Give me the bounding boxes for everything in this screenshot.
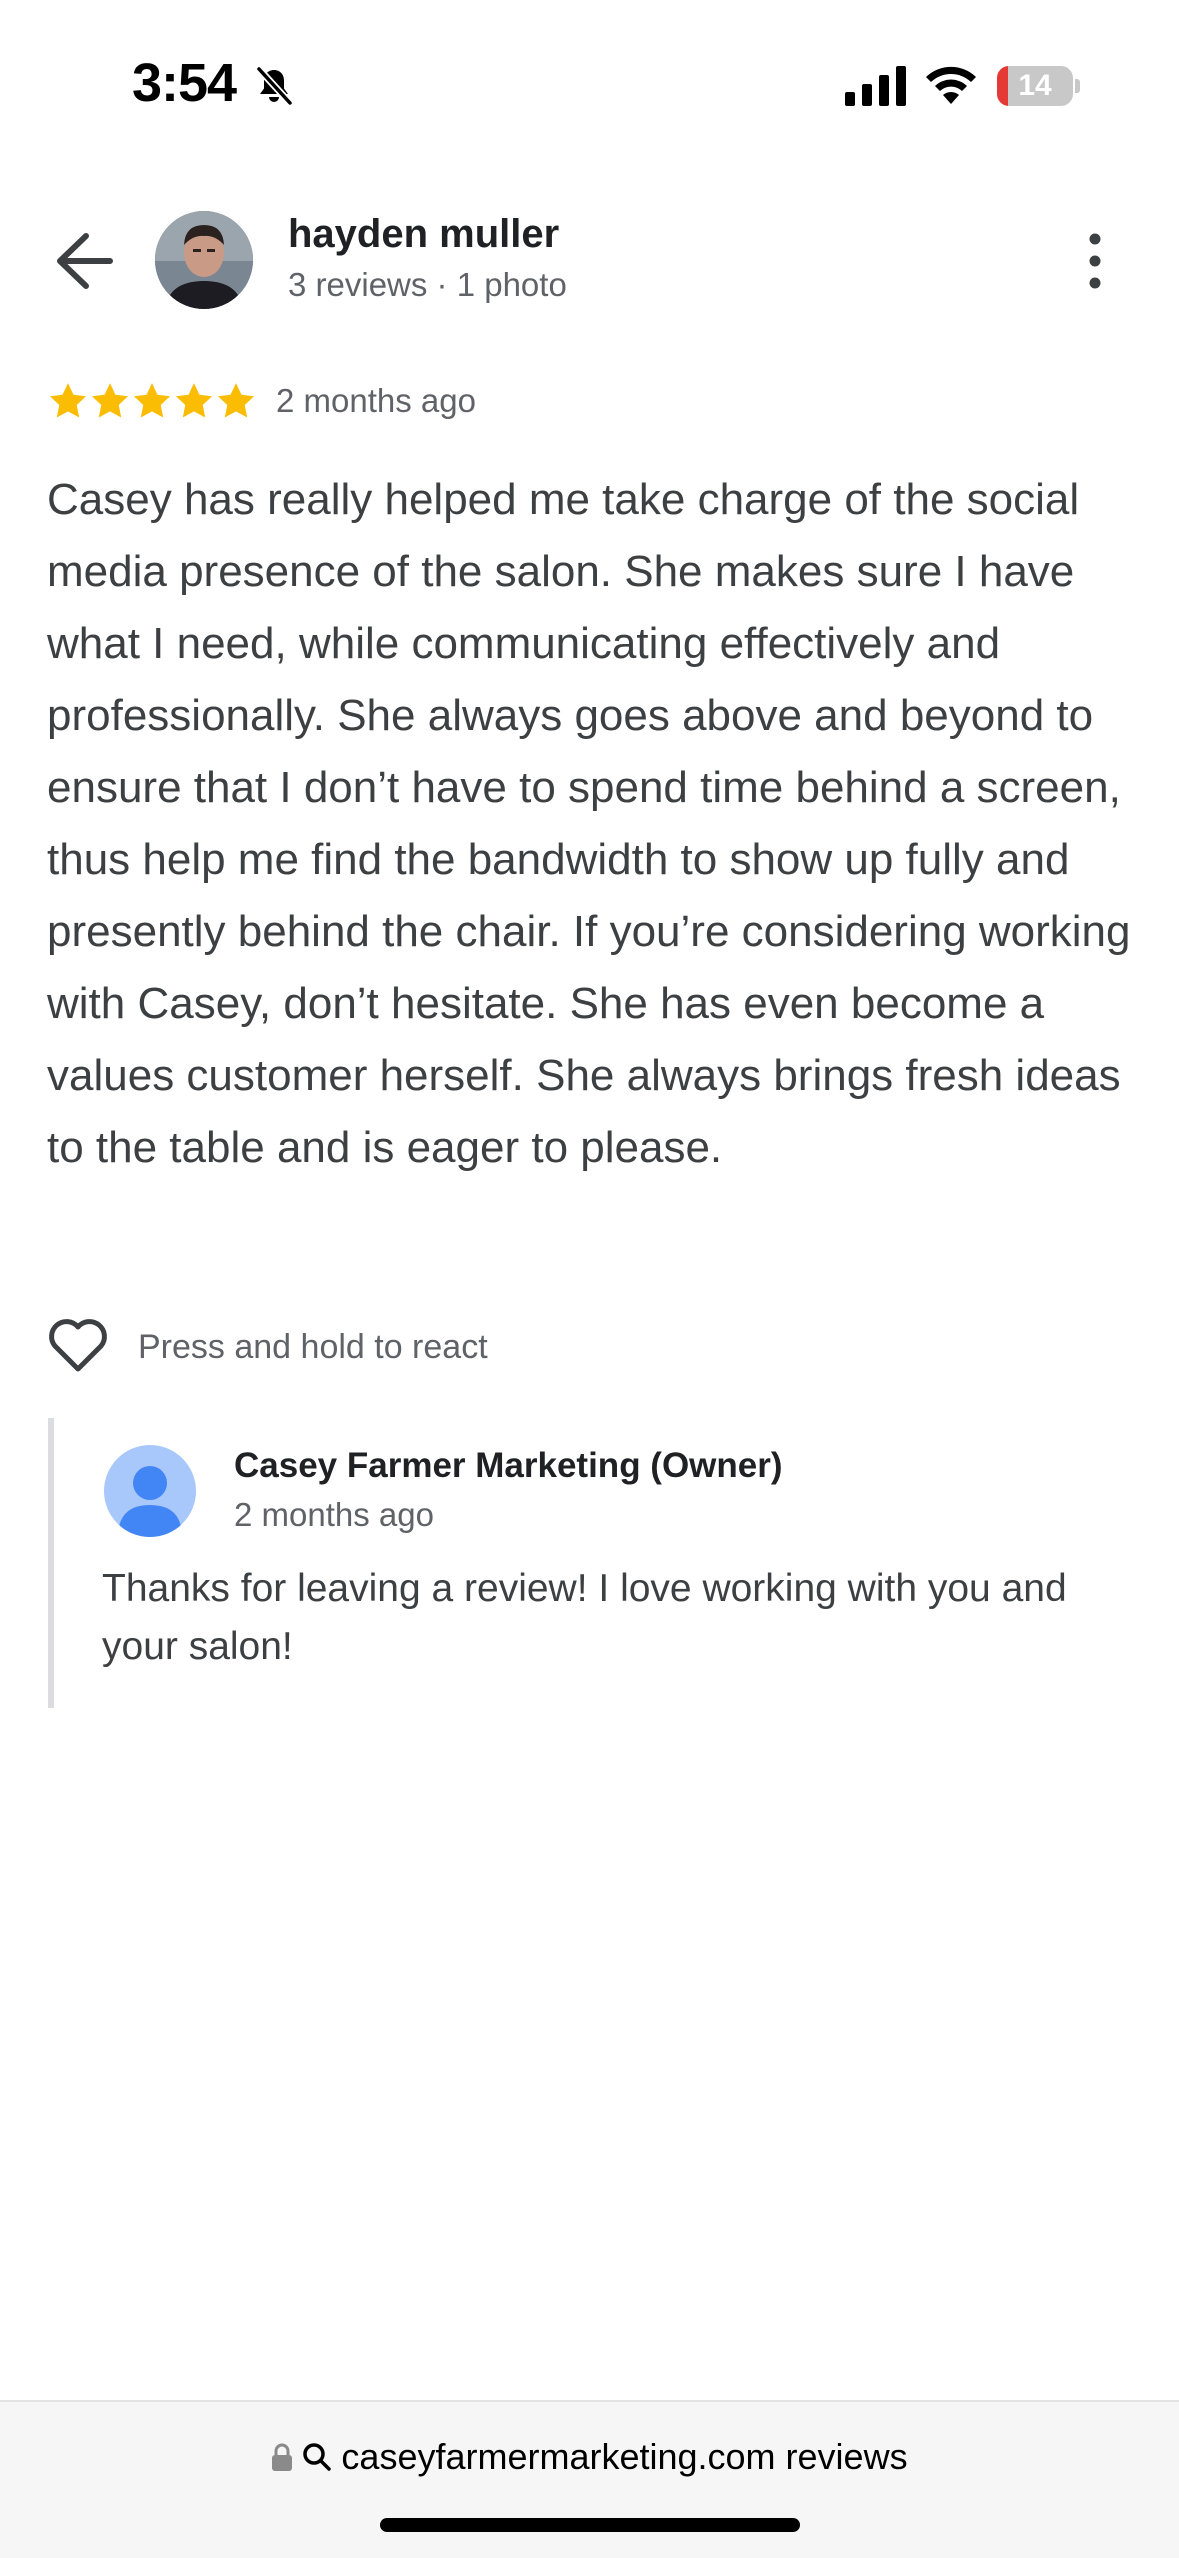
star-icon (175, 383, 213, 418)
url-field[interactable]: caseyfarmermarketing.com reviews (0, 2436, 1179, 2478)
cellular-signal-icon (845, 66, 906, 106)
search-icon (303, 2443, 332, 2471)
url-text[interactable]: caseyfarmermarketing.com reviews (341, 2436, 907, 2478)
bell-muted-icon (256, 66, 293, 106)
reviewer-name[interactable]: hayden muller (288, 212, 559, 257)
owner-reply-date: 2 months ago (234, 1496, 434, 1533)
battery-indicator: 14 (997, 64, 1081, 108)
owner-reply-text: Thanks for leaving a review! I love work… (102, 1567, 1067, 1668)
review-date: 2 months ago (276, 382, 476, 419)
owner-avatar (104, 1445, 196, 1537)
star-icon (217, 383, 255, 418)
more-options-icon[interactable] (1080, 226, 1110, 296)
profile-photo-icon (155, 211, 253, 309)
browser-address-bar (0, 2400, 1179, 2558)
default-person-icon (118, 1466, 182, 1537)
back-arrow-icon[interactable] (48, 228, 120, 294)
star-icon (133, 383, 171, 418)
reply-divider (48, 1418, 54, 1708)
status-time: 3:54 (132, 53, 237, 113)
reviewer-avatar[interactable] (155, 211, 253, 309)
star-icon (91, 383, 129, 418)
review-text: Casey has really helped me take charge o… (47, 475, 1131, 1172)
battery-percent: 14 (1018, 69, 1052, 102)
home-indicator[interactable] (380, 2518, 800, 2532)
reviewer-stats: 3 reviews · 1 photo (288, 266, 567, 303)
wifi-icon (926, 66, 976, 104)
star-rating (47, 380, 257, 424)
owner-name: Casey Farmer Marketing (Owner) (234, 1446, 783, 1485)
lock-icon (272, 2443, 293, 2471)
heart-react-icon[interactable] (46, 1315, 110, 1375)
react-hint: Press and hold to react (138, 1328, 488, 1366)
star-icon (49, 383, 87, 418)
